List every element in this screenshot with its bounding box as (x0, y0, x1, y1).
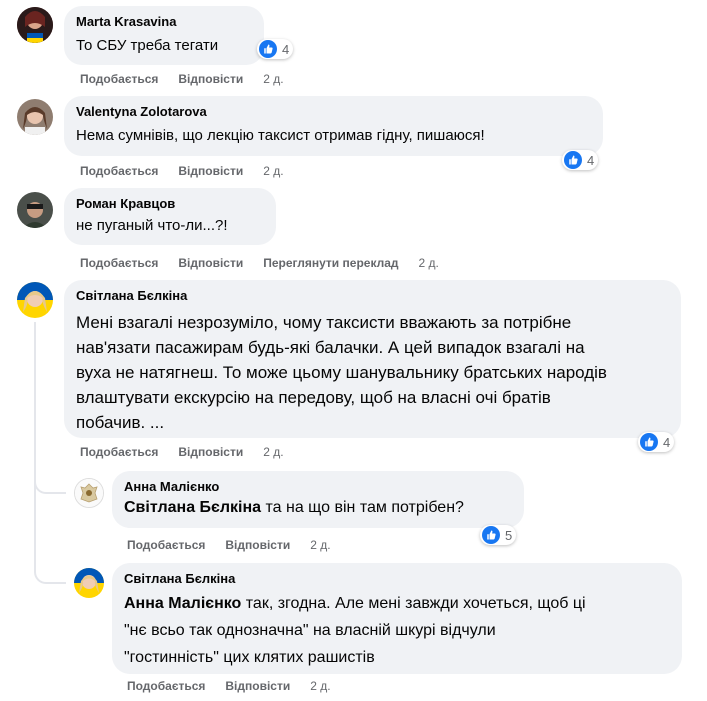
reaction-number: 5 (505, 527, 513, 543)
comment-text: Нема сумнівів, що лекцію таксист отримав… (76, 127, 485, 144)
avatar[interactable] (17, 99, 53, 135)
mention-tag[interactable]: Анна Малієнко (124, 595, 241, 612)
see-translation-button[interactable]: Переглянути переклад (263, 256, 398, 270)
comment-author[interactable]: Роман Кравцов (76, 196, 264, 212)
reply-bubble: Анна Малієнко Світлана Бєлкіна та на що … (112, 471, 524, 528)
reply-button[interactable]: Відповісти (225, 679, 290, 693)
comment-text: То СБУ треба тегати (76, 37, 219, 54)
like-button[interactable]: Подобається (127, 538, 205, 552)
comment-actions: Подобається Відповісти 2 д. (80, 163, 284, 179)
comment-text-line: влаштувати екскурсію на передову, щоб на… (76, 388, 551, 407)
reaction-number: 4 (282, 41, 290, 57)
avatar[interactable] (17, 282, 53, 318)
like-button[interactable]: Подобається (80, 72, 158, 86)
reaction-count[interactable]: 4 (257, 39, 294, 59)
reaction-count[interactable]: 5 (480, 525, 517, 545)
avatar[interactable] (17, 192, 53, 228)
timestamp[interactable]: 2 д. (263, 445, 283, 459)
reply-button[interactable]: Відповісти (178, 256, 243, 270)
like-button[interactable]: Подобається (80, 445, 158, 459)
reply-button[interactable]: Відповісти (225, 538, 290, 552)
reply-bubble: Світлана Бєлкіна Анна Малієнко так, згод… (112, 563, 682, 674)
comment-text-line: Мені взагалі незрозуміло, чому таксисти … (76, 313, 572, 332)
timestamp[interactable]: 2 д. (263, 164, 283, 178)
reply-connector (34, 560, 66, 584)
avatar[interactable] (74, 478, 104, 508)
reply-button[interactable]: Відповісти (178, 72, 243, 86)
reply-text-body: так, згодна. Але мені завжди хочеться, щ… (241, 595, 586, 612)
reply-thread-line (34, 322, 36, 572)
timestamp[interactable]: 2 д. (310, 538, 330, 552)
reply-connector (34, 470, 66, 494)
reply-actions: Подобається Відповісти 2 д. (127, 537, 331, 553)
reply-author[interactable]: Анна Малієнко (124, 479, 512, 495)
reply-text: Світлана Бєлкіна та на що він там потріб… (124, 498, 512, 518)
avatar[interactable] (17, 7, 53, 43)
timestamp[interactable]: 2 д. (419, 256, 439, 270)
like-button[interactable]: Подобається (127, 679, 205, 693)
comment-actions: Подобається Відповісти 2 д. (80, 444, 284, 460)
comment-author[interactable]: Світлана Бєлкіна (76, 288, 669, 304)
reply-actions: Подобається Відповісти 2 д. (127, 678, 331, 694)
reply-button[interactable]: Відповісти (178, 164, 243, 178)
reply-text: Анна Малієнко так, згодна. Але мені завж… (124, 590, 670, 671)
comment-text: не пуганый что-ли...?! (76, 217, 228, 234)
comment-text-line: нав'язати пасажирам будь-які балачки. А … (76, 338, 585, 357)
reaction-number: 4 (663, 434, 671, 450)
reply-text-line: Анна Малієнко так, згодна. Але мені завж… (124, 590, 670, 617)
like-button[interactable]: Подобається (80, 164, 158, 178)
comment-text-line: побачив. ... (76, 413, 165, 432)
timestamp[interactable]: 2 д. (310, 679, 330, 693)
comment-author[interactable]: Marta Krasavina (76, 14, 252, 30)
comment-bubble: Роман Кравцов не пуганый что-ли...?! (64, 188, 276, 245)
comment-actions: Подобається Відповісти Переглянути перекла… (80, 255, 439, 271)
like-reaction-icon (259, 40, 277, 58)
comment-bubble: Marta Krasavina То СБУ треба тегати (64, 6, 264, 65)
reaction-count[interactable]: 4 (638, 432, 675, 452)
reply-author[interactable]: Світлана Бєлкіна (124, 571, 670, 587)
like-button[interactable]: Подобається (80, 256, 158, 270)
reaction-number: 4 (587, 152, 595, 168)
comment-actions: Подобається Відповісти 2 д. (80, 71, 284, 87)
comment-bubble: Valentyna Zolotarova Нема сумнівів, що л… (64, 96, 603, 156)
timestamp[interactable]: 2 д. (263, 72, 283, 86)
avatar[interactable] (74, 568, 104, 598)
like-reaction-icon (564, 151, 582, 169)
like-reaction-icon (482, 526, 500, 544)
reply-text-line: "нє всьо так однозначна" на власній шкур… (124, 622, 496, 639)
comment-text-line: вуха не натягнеш. То може цьому шануваль… (76, 363, 607, 382)
comment-author[interactable]: Valentyna Zolotarova (76, 104, 591, 120)
comment-bubble: Світлана Бєлкіна Мені взагалі незрозуміл… (64, 280, 681, 438)
reply-text-body: та на що він там потрібен? (261, 499, 464, 516)
reply-text-line: "гостинність" цих клятих рашистів (124, 649, 375, 666)
like-reaction-icon (640, 433, 658, 451)
reply-button[interactable]: Відповісти (178, 445, 243, 459)
mention-tag[interactable]: Світлана Бєлкіна (124, 499, 261, 516)
comment-text: Мені взагалі незрозуміло, чому таксисти … (76, 310, 669, 435)
reaction-count[interactable]: 4 (562, 150, 599, 170)
